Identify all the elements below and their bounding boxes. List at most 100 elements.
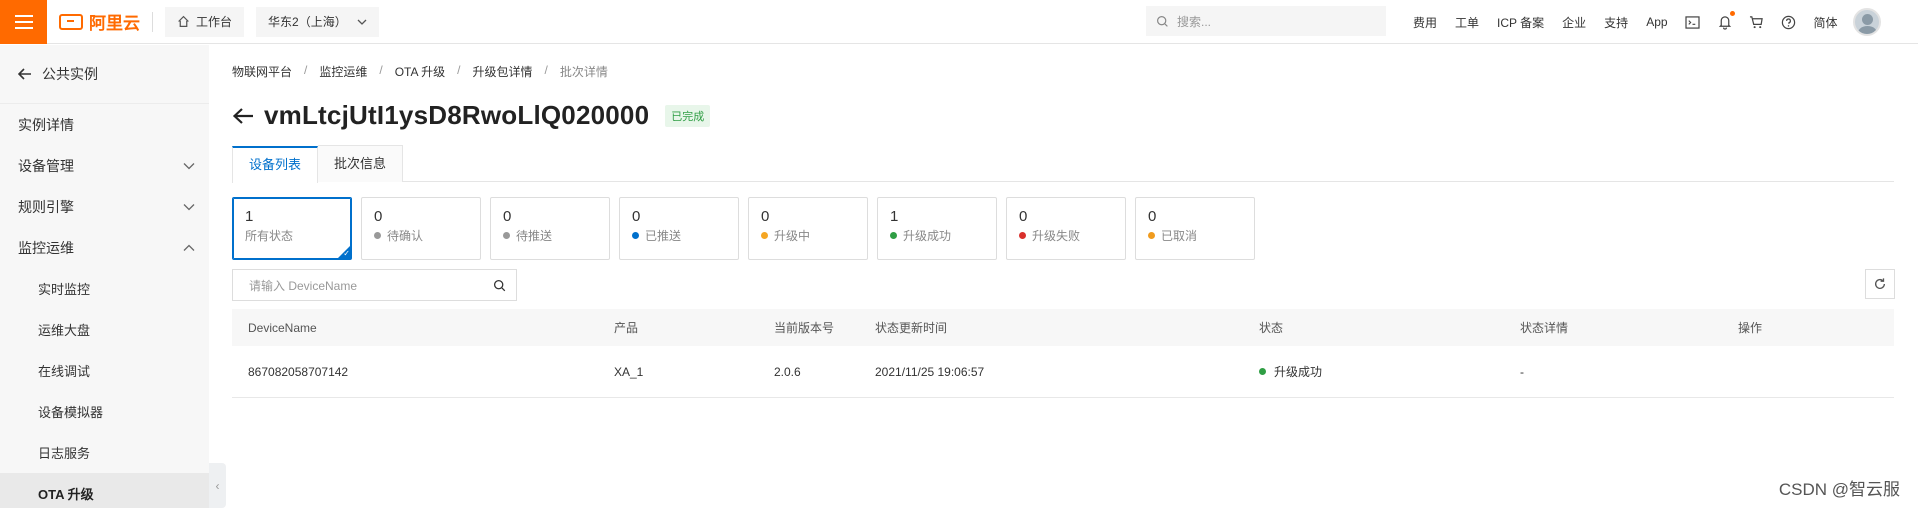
watermark: CSDN @智云服 xyxy=(1778,480,1900,499)
table-header: DeviceName 产品 当前版本号 状态更新时间 状态 状态详情 操作 xyxy=(232,309,1894,346)
stat-card-success[interactable]: 1 升级成功 xyxy=(877,197,997,260)
stat-label: 所有状态 xyxy=(245,229,294,243)
status-dot xyxy=(761,232,768,239)
stat-card-failed[interactable]: 0 升级失败 xyxy=(1006,197,1126,260)
status-dot xyxy=(1019,232,1026,239)
status-filter-cards: 1 所有状态 ✓ 0 待确认 0 待推送 0 已推送 0 升级中 1 升级成功 … xyxy=(232,197,1900,260)
status-badge: 已完成 xyxy=(665,104,711,127)
sidebar-item-monitoring[interactable]: 监控运维 xyxy=(0,227,209,268)
status-dot xyxy=(1148,232,1155,239)
back-label: 公共实例 xyxy=(42,66,98,82)
column-header: 状态更新时间 xyxy=(875,321,948,335)
sidebar-item-label: 设备管理 xyxy=(18,157,74,174)
device-name-search-input[interactable]: 请输入 DeviceName xyxy=(232,269,517,301)
breadcrumb-separator: / xyxy=(457,63,461,77)
status-dot xyxy=(632,232,639,239)
tab-device-list[interactable]: 设备列表 xyxy=(232,146,319,183)
hamburger-menu-button[interactable] xyxy=(0,0,47,44)
link-app[interactable]: App xyxy=(1637,15,1676,29)
top-navbar: 阿里云 工作台 华东2（上海） 搜索... 费用 工单 ICP 备案 企业 支持… xyxy=(0,0,1918,44)
stat-card-upgrading[interactable]: 0 升级中 xyxy=(748,197,868,260)
success-status-dot xyxy=(1259,368,1266,375)
sidebar-item-realtime-monitor[interactable]: 实时监控 xyxy=(0,268,209,309)
region-selector[interactable]: 华东2（上海） xyxy=(256,6,379,37)
tab-batch-info[interactable]: 批次信息 xyxy=(318,145,404,182)
stat-card-cancelled[interactable]: 0 已取消 xyxy=(1135,197,1255,260)
column-header: 状态 xyxy=(1259,321,1284,335)
home-icon xyxy=(178,15,189,27)
stat-count: 1 xyxy=(890,208,899,225)
search-icon[interactable] xyxy=(493,279,506,292)
region-label: 华东2（上海） xyxy=(268,15,347,29)
tab-bar: 设备列表 批次信息 xyxy=(232,145,1894,183)
version-cell: 2.0.6 xyxy=(774,364,801,379)
aliyun-logo-icon xyxy=(59,13,83,30)
avatar[interactable] xyxy=(1852,8,1881,36)
link-billing[interactable]: 费用 xyxy=(1404,14,1446,31)
column-header: 当前版本号 xyxy=(774,321,835,335)
breadcrumb-item[interactable]: 升级包详情 xyxy=(473,63,533,80)
chevron-down-icon xyxy=(357,19,367,25)
sidebar-item-device-management[interactable]: 设备管理 xyxy=(0,145,209,186)
column-header: 产品 xyxy=(614,321,639,335)
sidebar-item-ota-upgrade[interactable]: OTA 升级 xyxy=(0,473,209,508)
link-support[interactable]: 支持 xyxy=(1595,14,1637,31)
stat-card-pending-push[interactable]: 0 待推送 xyxy=(490,197,610,260)
check-icon: ✓ xyxy=(343,249,350,258)
back-arrow-icon[interactable] xyxy=(232,107,254,125)
top-links: 费用 工单 ICP 备案 企业 支持 App 简体 xyxy=(1404,0,1881,44)
sidebar-item-instance-detail[interactable]: 实例详情 xyxy=(0,104,209,145)
device-name-cell: 867082058707142 xyxy=(248,364,349,379)
stat-count: 0 xyxy=(632,208,641,225)
bell-icon[interactable] xyxy=(1709,10,1741,30)
column-header: DeviceName xyxy=(248,320,317,335)
filter-row: 请输入 DeviceName xyxy=(232,269,1900,301)
sidebar-item-ops-dashboard[interactable]: 运维大盘 xyxy=(0,309,209,350)
breadcrumb-item[interactable]: 监控运维 xyxy=(319,63,367,80)
page-title: vmLtcjUtI1ysD8RwoLlQ020000 xyxy=(264,100,650,130)
status-dot xyxy=(503,232,510,239)
breadcrumb-item[interactable]: 物联网平台 xyxy=(232,63,292,80)
search-icon xyxy=(1157,15,1168,27)
terminal-icon[interactable] xyxy=(1677,15,1709,29)
breadcrumb: 物联网平台 / 监控运维 / OTA 升级 / 升级包详情 / 批次详情 xyxy=(232,63,1900,80)
link-enterprise[interactable]: 企业 xyxy=(1553,14,1595,31)
title-row: vmLtcjUtI1ysD8RwoLlQ020000 已完成 xyxy=(232,100,1900,131)
sidebar-collapse-button[interactable]: ‹ xyxy=(209,463,226,508)
sidebar-item-label: 规则引擎 xyxy=(18,198,74,215)
sidebar-item-rule-engine[interactable]: 规则引擎 xyxy=(0,186,209,227)
link-tickets[interactable]: 工单 xyxy=(1446,14,1488,31)
stat-card-pushed[interactable]: 0 已推送 xyxy=(619,197,739,260)
sidebar-item-label: 实例详情 xyxy=(18,116,74,133)
search-placeholder: 搜索... xyxy=(1177,14,1212,29)
cart-icon[interactable] xyxy=(1741,15,1773,29)
back-to-public-instance[interactable]: 公共实例 xyxy=(0,45,209,104)
stat-label: 待确认 xyxy=(387,229,424,243)
global-search-input[interactable]: 搜索... xyxy=(1146,6,1386,36)
workbench-button[interactable]: 工作台 xyxy=(165,6,245,37)
refresh-button[interactable] xyxy=(1865,269,1895,299)
workbench-label: 工作台 xyxy=(196,15,233,29)
breadcrumb-item[interactable]: OTA 升级 xyxy=(395,63,445,80)
stat-label: 升级失败 xyxy=(1032,229,1081,243)
help-icon[interactable] xyxy=(1773,15,1805,30)
sidebar-item-device-simulator[interactable]: 设备模拟器 xyxy=(0,391,209,432)
stat-card-all[interactable]: 1 所有状态 ✓ xyxy=(232,197,352,260)
stat-count: 0 xyxy=(503,208,512,225)
breadcrumb-separator: / xyxy=(379,63,383,77)
device-table: DeviceName 产品 当前版本号 状态更新时间 状态 状态详情 操作 86… xyxy=(232,309,1894,398)
status-dot xyxy=(890,232,897,239)
link-icp[interactable]: ICP 备案 xyxy=(1488,14,1553,31)
stat-card-pending-confirm[interactable]: 0 待确认 xyxy=(361,197,481,260)
language-selector[interactable]: 简体 xyxy=(1805,14,1847,31)
sidebar-item-online-debug[interactable]: 在线调试 xyxy=(0,350,209,391)
aliyun-logo[interactable]: 阿里云 xyxy=(59,9,140,34)
status-text: 升级成功 xyxy=(1274,365,1323,379)
stat-count: 1 xyxy=(245,208,254,225)
chevron-left-icon: ‹ xyxy=(215,478,220,493)
main-content: 物联网平台 / 监控运维 / OTA 升级 / 升级包详情 / 批次详情 vmLtcjU… xyxy=(232,45,1900,398)
stat-label: 已取消 xyxy=(1161,229,1198,243)
sidebar: 公共实例 实例详情 设备管理 规则引擎 监控运维 实时监控 运维大盘 在线调试 … xyxy=(0,45,209,508)
sidebar-item-log-service[interactable]: 日志服务 xyxy=(0,432,209,473)
updated-at-cell: 2021/11/25 19:06:57 xyxy=(875,364,985,379)
